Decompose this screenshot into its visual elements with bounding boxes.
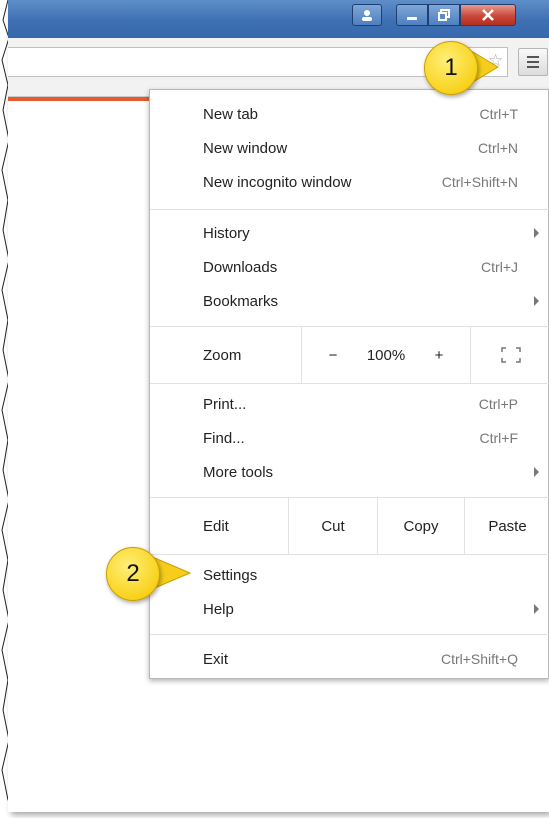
callout-2: 2: [106, 547, 160, 601]
callout-pointers: [149, 48, 499, 591]
callout-1: 1: [424, 41, 478, 95]
